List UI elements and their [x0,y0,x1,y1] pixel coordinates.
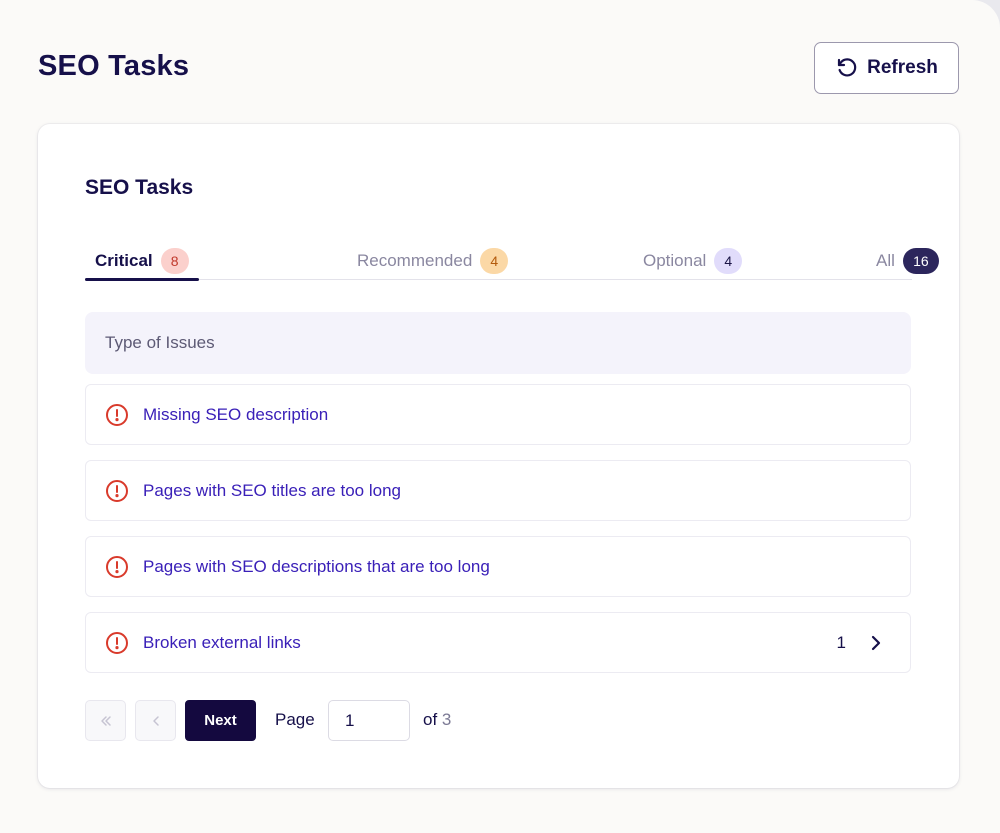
tab-critical-count: 8 [160,248,189,274]
chevron-left-icon [152,715,159,726]
chevron-right-icon[interactable] [868,635,884,651]
tab-all-count: 16 [902,248,939,274]
issue-row-seo-titles-too-long[interactable]: Pages with SEO titles are too long [85,460,911,521]
tab-recommended[interactable]: Recommended 4 [347,242,518,280]
alert-circle-icon [106,555,128,578]
page-title: SEO Tasks [38,50,190,82]
tab-recommended-count: 4 [480,248,509,274]
issue-label: Pages with SEO titles are too long [143,480,401,500]
double-chevron-left-icon [100,715,111,726]
tab-optional-count: 4 [714,248,743,274]
refresh-button[interactable]: Refresh [814,42,959,94]
refresh-label: Refresh [867,57,938,78]
issue-row-seo-descriptions-too-long[interactable]: Pages with SEO descriptions that are too… [85,536,911,597]
issue-row-broken-external-links[interactable]: Broken external links 1 [85,612,911,673]
refresh-icon [838,58,857,77]
issue-label: Pages with SEO descriptions that are too… [143,556,490,576]
alert-circle-icon [106,479,128,502]
next-page-button[interactable]: Next [185,700,256,741]
page-number-input[interactable] [328,700,410,741]
issue-row-missing-seo-description[interactable]: Missing SEO description [85,384,911,445]
tab-optional-label: Optional [643,251,707,270]
alert-circle-icon [106,631,128,654]
of-label: of [423,710,438,729]
total-pages: 3 [441,710,452,729]
seo-tasks-card: SEO Tasks Critical 8 Recommended 4 Optio… [38,124,959,788]
total-pages-text: of 3 [423,710,451,730]
issue-label: Broken external links [143,632,301,652]
alert-circle-icon [106,403,128,426]
tab-all[interactable]: All 16 [866,242,949,280]
tab-recommended-label: Recommended [357,251,473,270]
issue-label: Missing SEO description [143,404,329,424]
tab-optional[interactable]: Optional 4 [633,242,752,280]
tab-bar: Critical 8 Recommended 4 Optional 4 All … [85,242,939,281]
tab-critical-label: Critical [95,251,153,270]
table-header: Type of Issues [85,312,911,374]
page-label: Page [275,710,315,729]
app-window: SEO Tasks Refresh SEO Tasks Critical 8 R… [0,0,1000,833]
card-title: SEO Tasks [85,176,194,199]
first-page-button[interactable] [85,700,126,741]
issue-count: 1 [836,632,846,652]
previous-page-button[interactable] [135,700,176,741]
tab-all-label: All [876,251,895,270]
tab-critical[interactable]: Critical 8 [85,242,199,281]
